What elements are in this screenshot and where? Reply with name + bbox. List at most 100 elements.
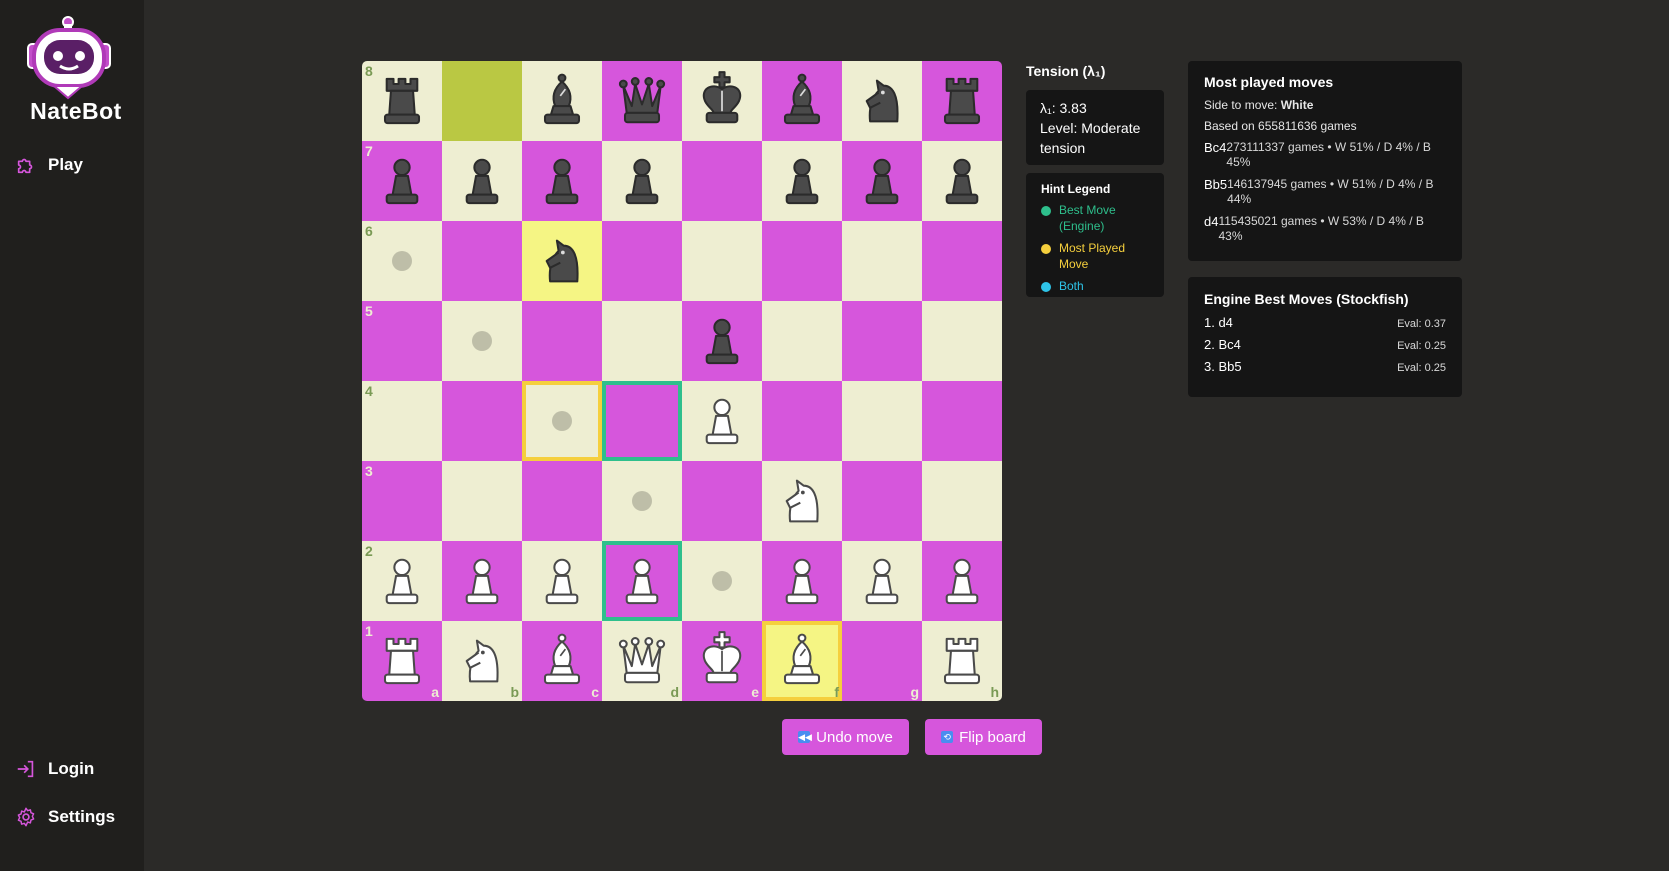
square-c1[interactable]: c — [522, 621, 602, 701]
square-e4[interactable] — [682, 381, 762, 461]
square-g2[interactable] — [842, 541, 922, 621]
square-h3[interactable] — [922, 461, 1002, 541]
white-pawn-icon[interactable] — [768, 547, 836, 615]
square-g4[interactable] — [842, 381, 922, 461]
black-pawn-icon[interactable] — [448, 147, 516, 215]
square-h7[interactable] — [922, 141, 1002, 221]
black-pawn-icon[interactable] — [368, 147, 436, 215]
list-item[interactable]: d4 115435021 games • W 53% / D 4% / B 43… — [1204, 214, 1446, 244]
move-dot[interactable] — [472, 331, 492, 351]
robot-logo-icon[interactable] — [20, 14, 124, 100]
black-bishop-icon[interactable] — [528, 67, 596, 135]
list-item[interactable]: 3. Bb5 Eval: 0.25 — [1204, 359, 1446, 374]
list-item[interactable]: Bc4 273111337 games • W 51% / D 4% / B 4… — [1204, 140, 1446, 170]
square-b7[interactable] — [442, 141, 522, 221]
square-e5[interactable] — [682, 301, 762, 381]
square-a4[interactable]: 4 — [362, 381, 442, 461]
square-h5[interactable] — [922, 301, 1002, 381]
black-rook-icon[interactable] — [368, 67, 436, 135]
square-c3[interactable] — [522, 461, 602, 541]
square-h6[interactable] — [922, 221, 1002, 301]
square-c8[interactable] — [522, 61, 602, 141]
black-pawn-icon[interactable] — [928, 147, 996, 215]
square-b4[interactable] — [442, 381, 522, 461]
list-item[interactable]: 2. Bc4 Eval: 0.25 — [1204, 337, 1446, 352]
white-rook-icon[interactable] — [368, 627, 436, 695]
list-item[interactable]: Bb5 146137945 games • W 51% / D 4% / B 4… — [1204, 177, 1446, 207]
square-h4[interactable] — [922, 381, 1002, 461]
nav-play[interactable]: Play — [15, 154, 83, 176]
square-g6[interactable] — [842, 221, 922, 301]
square-b2[interactable] — [442, 541, 522, 621]
square-c5[interactable] — [522, 301, 602, 381]
flip-board-button[interactable]: ⟲ Flip board — [925, 719, 1042, 755]
square-f1[interactable]: f — [762, 621, 842, 701]
chess-board[interactable]: 87 6 5 4 3 21abcdef gh — [362, 61, 1002, 701]
square-h2[interactable] — [922, 541, 1002, 621]
square-c7[interactable] — [522, 141, 602, 221]
square-e6[interactable] — [682, 221, 762, 301]
white-pawn-icon[interactable] — [688, 387, 756, 455]
square-d7[interactable] — [602, 141, 682, 221]
black-pawn-icon[interactable] — [608, 147, 676, 215]
square-f7[interactable] — [762, 141, 842, 221]
white-king-icon[interactable] — [688, 627, 756, 695]
square-d3[interactable] — [602, 461, 682, 541]
white-pawn-icon[interactable] — [448, 547, 516, 615]
square-h1[interactable]: h — [922, 621, 1002, 701]
black-rook-icon[interactable] — [928, 67, 996, 135]
square-a7[interactable]: 7 — [362, 141, 442, 221]
square-a3[interactable]: 3 — [362, 461, 442, 541]
square-a8[interactable]: 8 — [362, 61, 442, 141]
undo-move-button[interactable]: ◀◀ Undo move — [782, 719, 909, 755]
square-f3[interactable] — [762, 461, 842, 541]
square-d8[interactable] — [602, 61, 682, 141]
square-d6[interactable] — [602, 221, 682, 301]
white-knight-icon[interactable] — [768, 467, 836, 535]
square-f8[interactable] — [762, 61, 842, 141]
square-f6[interactable] — [762, 221, 842, 301]
black-pawn-icon[interactable] — [688, 307, 756, 375]
square-c4[interactable] — [522, 381, 602, 461]
square-a6[interactable]: 6 — [362, 221, 442, 301]
black-pawn-icon[interactable] — [848, 147, 916, 215]
square-f4[interactable] — [762, 381, 842, 461]
white-pawn-icon[interactable] — [848, 547, 916, 615]
black-king-icon[interactable] — [688, 67, 756, 135]
white-pawn-icon[interactable] — [368, 547, 436, 615]
white-bishop-icon[interactable] — [768, 627, 836, 695]
black-knight-icon[interactable] — [848, 67, 916, 135]
move-dot[interactable] — [552, 411, 572, 431]
square-e7[interactable] — [682, 141, 762, 221]
white-pawn-icon[interactable] — [528, 547, 596, 615]
square-b8[interactable] — [442, 61, 522, 141]
square-c2[interactable] — [522, 541, 602, 621]
square-b3[interactable] — [442, 461, 522, 541]
square-d4[interactable] — [602, 381, 682, 461]
square-b5[interactable] — [442, 301, 522, 381]
square-e1[interactable]: e — [682, 621, 762, 701]
square-g8[interactable] — [842, 61, 922, 141]
square-c6[interactable] — [522, 221, 602, 301]
list-item[interactable]: 1. d4 Eval: 0.37 — [1204, 315, 1446, 330]
white-queen-icon[interactable] — [608, 627, 676, 695]
nav-login[interactable]: Login — [15, 758, 94, 780]
square-e2[interactable] — [682, 541, 762, 621]
nav-settings[interactable]: Settings — [15, 806, 115, 828]
square-g5[interactable] — [842, 301, 922, 381]
black-pawn-icon[interactable] — [768, 147, 836, 215]
square-g7[interactable] — [842, 141, 922, 221]
square-a2[interactable]: 2 — [362, 541, 442, 621]
black-knight-icon[interactable] — [528, 227, 596, 295]
move-dot[interactable] — [712, 571, 732, 591]
white-pawn-icon[interactable] — [608, 547, 676, 615]
square-a1[interactable]: 1a — [362, 621, 442, 701]
square-h8[interactable] — [922, 61, 1002, 141]
move-dot[interactable] — [392, 251, 412, 271]
white-pawn-icon[interactable] — [928, 547, 996, 615]
move-dot[interactable] — [632, 491, 652, 511]
black-queen-icon[interactable] — [608, 67, 676, 135]
square-d1[interactable]: d — [602, 621, 682, 701]
white-rook-icon[interactable] — [928, 627, 996, 695]
square-b6[interactable] — [442, 221, 522, 301]
